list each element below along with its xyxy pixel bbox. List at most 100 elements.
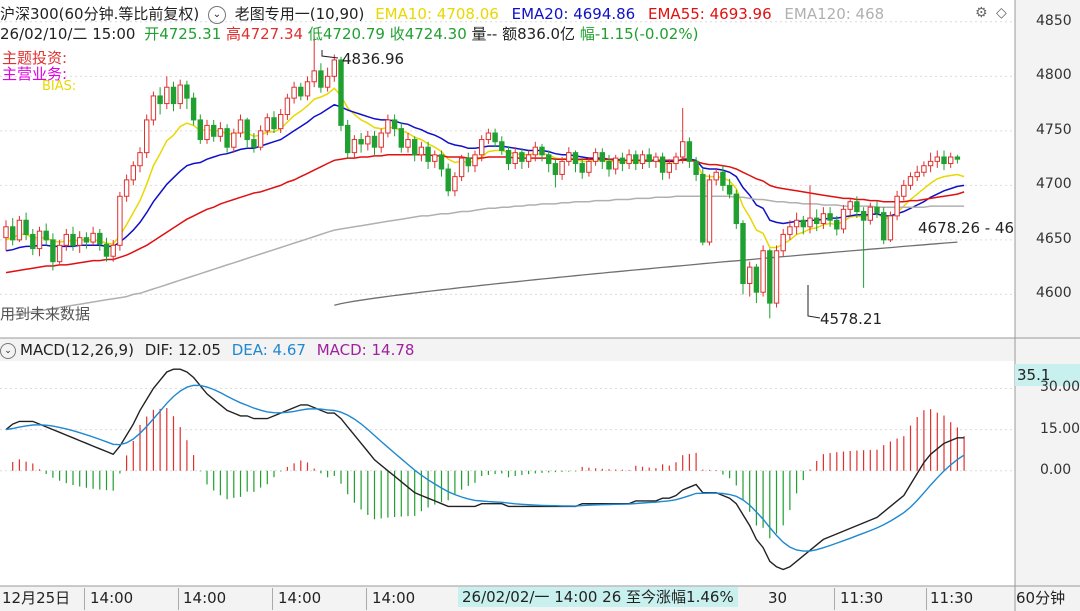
- candle-body: [103, 243, 110, 257]
- candle-body: [680, 141, 686, 158]
- candle-body: [485, 132, 492, 141]
- symbol-title[interactable]: 沪深300(60分钟.等比前复权): [0, 5, 199, 23]
- chart-header: 沪深300(60分钟.等比前复权) ⌄ 老图专用一(10,90) EMA10: …: [0, 4, 884, 24]
- candle-body: [211, 124, 217, 137]
- candle-body: [666, 163, 672, 173]
- dif-value: DIF: 12.05: [144, 341, 221, 359]
- candle-body: [941, 156, 947, 165]
- candle-body: [117, 195, 123, 246]
- candle-body: [385, 119, 391, 134]
- candle-body: [378, 132, 384, 148]
- candle-body: [639, 154, 646, 165]
- candle-body: [458, 157, 465, 178]
- candle-body: [686, 141, 693, 162]
- period-label[interactable]: 60分钟: [1016, 588, 1065, 608]
- candle-body: [257, 130, 264, 148]
- low-label: 低: [307, 25, 323, 43]
- candle-body: [304, 81, 311, 97]
- candle-body: [753, 266, 760, 293]
- candle-body: [391, 119, 398, 130]
- macd-tick-label: 15.00: [1040, 420, 1080, 437]
- candle-body: [780, 233, 786, 252]
- candle-body: [740, 223, 746, 284]
- candle-body: [197, 119, 204, 141]
- candle-body: [291, 86, 297, 99]
- candle-body: [331, 59, 338, 77]
- candle-body: [190, 97, 197, 121]
- candle-body: [773, 250, 780, 304]
- candle-body: [492, 132, 498, 143]
- bias-label: BIAS:: [42, 79, 77, 94]
- candle-body: [646, 154, 652, 162]
- candle-body: [30, 233, 36, 250]
- candle-body: [170, 86, 177, 105]
- high-label: 高: [226, 25, 242, 43]
- candle-body: [244, 119, 250, 141]
- candle-body: [854, 201, 860, 213]
- macd-chevron-icon[interactable]: ⌄: [0, 342, 16, 359]
- candle-body: [144, 119, 150, 154]
- candle-body: [184, 84, 190, 99]
- right-annotation: 4678.26 - 46: [918, 219, 1014, 237]
- settings-gear-icon[interactable]: ⚙: [975, 5, 988, 21]
- candle-body: [224, 128, 230, 148]
- candle-body: [231, 132, 237, 148]
- candle-body: [3, 226, 9, 239]
- high-value: 4727.34: [241, 25, 304, 43]
- x-tick-separators: [0, 586, 1015, 611]
- candle-body: [586, 160, 592, 173]
- candle-body: [579, 163, 585, 173]
- candle-body: [800, 219, 806, 228]
- candle-body: [10, 226, 16, 241]
- candle-body: [70, 233, 76, 246]
- candle-body: [512, 152, 518, 165]
- candle-body: [150, 95, 157, 121]
- candle-body: [358, 139, 364, 145]
- candle-body: [164, 86, 170, 105]
- candle-body: [418, 146, 425, 156]
- future-data-warning: 用到未来数据: [0, 305, 91, 323]
- candle-body: [633, 154, 639, 165]
- candle-body: [465, 157, 472, 167]
- candle-body: [110, 244, 116, 257]
- candle-body: [860, 211, 867, 221]
- candle-body: [592, 152, 599, 162]
- topic-label[interactable]: 主题投资:: [2, 50, 67, 66]
- candle-body: [907, 176, 914, 186]
- candle-body: [324, 75, 331, 88]
- candle-body: [927, 160, 934, 167]
- candle-body: [921, 165, 927, 173]
- candle-body: [505, 149, 512, 165]
- candle-body: [365, 135, 371, 145]
- candle-body: [56, 244, 63, 263]
- macd-title[interactable]: MACD(12,26,9): [20, 341, 134, 359]
- high-annotation: 4836.96: [342, 50, 405, 68]
- candle-body: [264, 117, 271, 132]
- candle-body: [23, 219, 29, 235]
- candle-body: [130, 165, 137, 181]
- diamond-icon[interactable]: ◇: [996, 5, 1007, 21]
- chevron-down-icon[interactable]: ⌄: [207, 5, 226, 24]
- template-label[interactable]: 老图专用一(10,90): [235, 5, 365, 23]
- close-label: 收: [389, 25, 405, 43]
- candle-body: [606, 160, 612, 170]
- candle-body: [914, 171, 920, 178]
- candle-body: [479, 139, 485, 156]
- candle-body: [432, 154, 438, 162]
- candle-body: [36, 230, 43, 250]
- macd-tick-label: 30.00: [1040, 379, 1080, 396]
- ohlc-bar: 26/02/10/二 15:00 开4725.31 高4727.34 低4720…: [0, 25, 698, 43]
- candle-body: [137, 152, 143, 167]
- candle-body: [954, 156, 961, 160]
- change-value: 幅-1.15(-0.02%): [579, 25, 699, 43]
- candle-body: [472, 154, 478, 167]
- candle-body: [157, 95, 163, 105]
- ema10-value: EMA10: 4708.06: [375, 5, 499, 23]
- candle-body: [700, 173, 706, 243]
- candle-body: [539, 146, 545, 156]
- candle-body: [894, 195, 900, 217]
- ema120-value: EMA120: 468: [784, 5, 885, 23]
- candle-body: [16, 219, 23, 241]
- close-value: 4724.30: [404, 25, 467, 43]
- candle-body: [552, 163, 559, 175]
